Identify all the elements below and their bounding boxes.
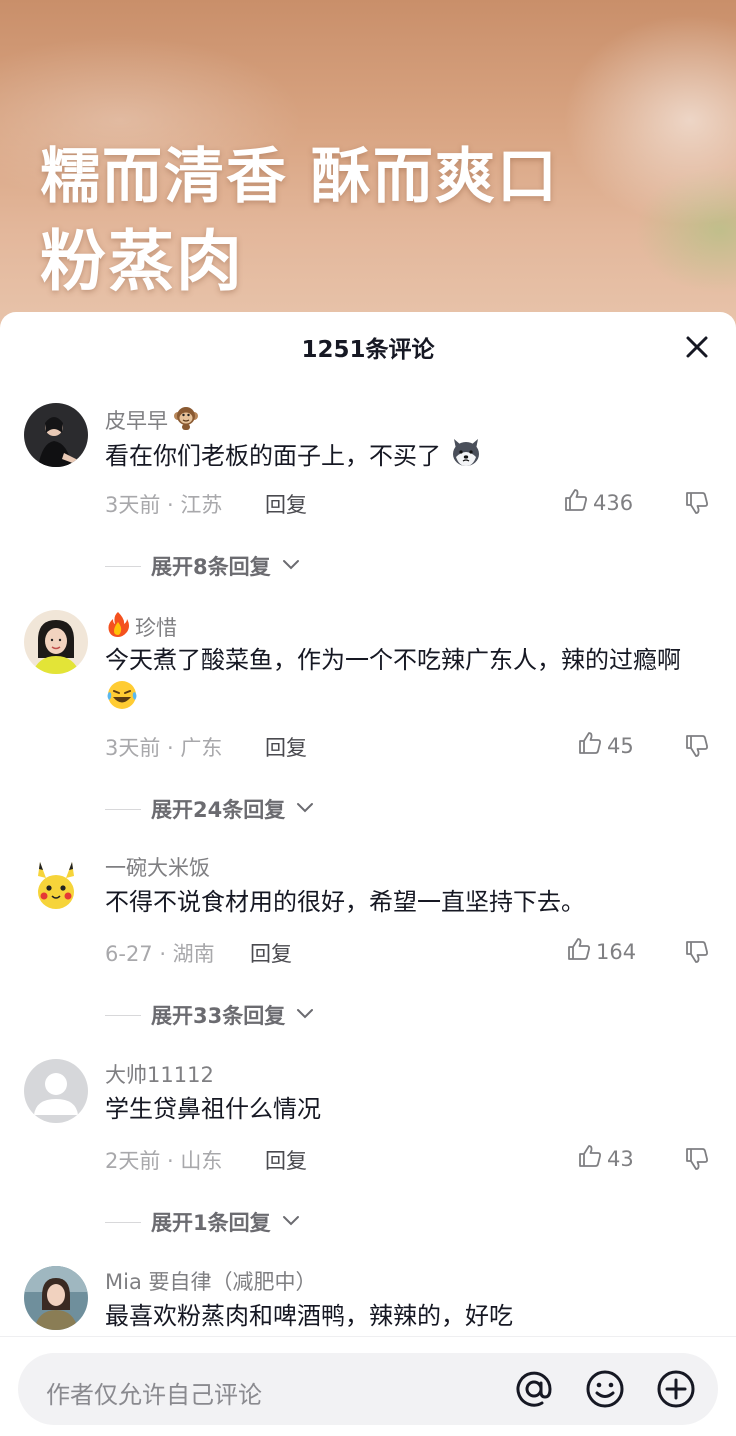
comment-item: Mia 要自律（减肥中） 最喜欢粉蒸肉和啤酒鸭，辣辣的，好吃 (0, 1266, 736, 1337)
like-count: 436 (593, 490, 634, 515)
thumbs-up-icon (563, 487, 589, 518)
thumbs-down-icon[interactable] (684, 733, 710, 759)
like-button[interactable]: 436 (563, 487, 633, 518)
comment-text: 不得不说食材用的很好，希望一直坚持下去。 (105, 888, 585, 916)
comment-count-title: 1251条评论 (301, 337, 435, 363)
divider (105, 1221, 141, 1223)
plus-circle-icon[interactable] (654, 1367, 698, 1411)
at-icon[interactable] (512, 1367, 556, 1411)
thumbs-up-icon (577, 730, 603, 761)
expand-replies-button[interactable]: 展开33条回复 (105, 1000, 315, 1030)
reply-button[interactable]: 回复 (265, 1145, 307, 1175)
expand-replies-button[interactable]: 展开1条回复 (105, 1207, 301, 1237)
thumbs-up-icon (577, 1143, 603, 1174)
comment-text: 学生贷鼻祖什么情况 (105, 1095, 321, 1123)
username[interactable]: Mia 要自律（减肥中） (105, 1266, 317, 1296)
reply-button[interactable]: 回复 (265, 489, 307, 519)
divider (105, 1014, 141, 1016)
chevron-down-icon (281, 557, 301, 576)
chevron-down-icon (281, 1213, 301, 1232)
expand-replies-button[interactable]: 展开24条回复 (105, 794, 315, 824)
comment-input-bar: 作者仅允许自己评论 (0, 1336, 736, 1436)
comment-time-location: 3天前 · 广东 (105, 736, 223, 760)
comment-item: 大帅11112 学生贷鼻祖什么情况 2天前 · 山东 回复 43 展开1条回复 (0, 1059, 736, 1249)
avatar[interactable] (24, 1266, 88, 1330)
username[interactable]: 皮早早 (105, 403, 200, 436)
like-count: 45 (607, 733, 634, 758)
thumbs-down-icon[interactable] (684, 490, 710, 516)
comment-time-location: 6-27 · 湖南 (105, 942, 215, 966)
thumbs-down-icon[interactable] (684, 939, 710, 965)
comment-list: 皮早早 看在你们老板的面子上，不买了 3天前 · 江苏 回复 436 展开8条回… (0, 382, 736, 1337)
username[interactable]: 珍惜 (105, 610, 177, 643)
input-placeholder: 作者仅允许自己评论 (46, 1381, 262, 1409)
sheet-header: 1251条评论 (0, 312, 736, 382)
thumbs-up-icon (566, 936, 592, 967)
like-count: 43 (607, 1146, 634, 1171)
like-button[interactable]: 45 (577, 730, 634, 761)
like-button[interactable]: 164 (566, 936, 636, 967)
comment-item: 珍惜 今天煮了酸菜鱼，作为一个不吃辣广东人，辣的过瘾啊 3天前 · 广东 回复 (0, 610, 736, 830)
monkey-emoji (172, 403, 200, 436)
chevron-down-icon (295, 1006, 315, 1025)
avatar[interactable] (24, 403, 88, 467)
divider (105, 808, 141, 810)
comment-text: 最喜欢粉蒸肉和啤酒鸭，辣辣的，好吃 (105, 1302, 513, 1330)
divider (105, 565, 141, 567)
video-cover-banner: 糯而清香 酥而爽口 粉蒸肉 (0, 0, 736, 330)
comment-sheet: 1251条评论 皮早早 看在你们老板的面子上，不买了 3天前 · 江苏 回复 4… (0, 312, 736, 1436)
fire-emoji (105, 610, 131, 643)
smiley-icon[interactable] (583, 1367, 627, 1411)
like-count: 164 (596, 939, 637, 964)
thumbs-down-icon[interactable] (684, 1146, 710, 1172)
banner-dish-name: 粉蒸肉 (40, 223, 244, 300)
chevron-down-icon (295, 800, 315, 819)
username[interactable]: 大帅11112 (105, 1059, 214, 1089)
comment-input[interactable]: 作者仅允许自己评论 (18, 1353, 718, 1425)
husky-emoji (449, 435, 483, 479)
reply-button[interactable]: 回复 (250, 938, 292, 968)
close-icon[interactable] (684, 334, 710, 360)
like-button[interactable]: 43 (577, 1143, 634, 1174)
banner-headline: 糯而清香 酥而爽口 (40, 142, 559, 212)
comment-item: 一碗大米饭 不得不说食材用的很好，希望一直坚持下去。 6-27 · 湖南 回复 … (0, 852, 736, 1042)
avatar[interactable] (24, 1059, 88, 1123)
comment-text: 看在你们老板的面子上，不买了 (105, 435, 710, 479)
reply-button[interactable]: 回复 (265, 732, 307, 762)
avatar[interactable] (24, 610, 88, 674)
comment-text: 今天煮了酸菜鱼，作为一个不吃辣广东人，辣的过瘾啊 (105, 642, 710, 722)
username[interactable]: 一碗大米饭 (105, 852, 210, 882)
comment-item: 皮早早 看在你们老板的面子上，不买了 3天前 · 江苏 回复 436 展开8条回… (0, 403, 736, 603)
expand-replies-button[interactable]: 展开8条回复 (105, 551, 301, 581)
crying-laughing-emoji (105, 678, 139, 722)
comment-time-location: 3天前 · 江苏 (105, 493, 223, 517)
avatar[interactable] (24, 852, 88, 916)
comment-time-location: 2天前 · 山东 (105, 1149, 223, 1173)
